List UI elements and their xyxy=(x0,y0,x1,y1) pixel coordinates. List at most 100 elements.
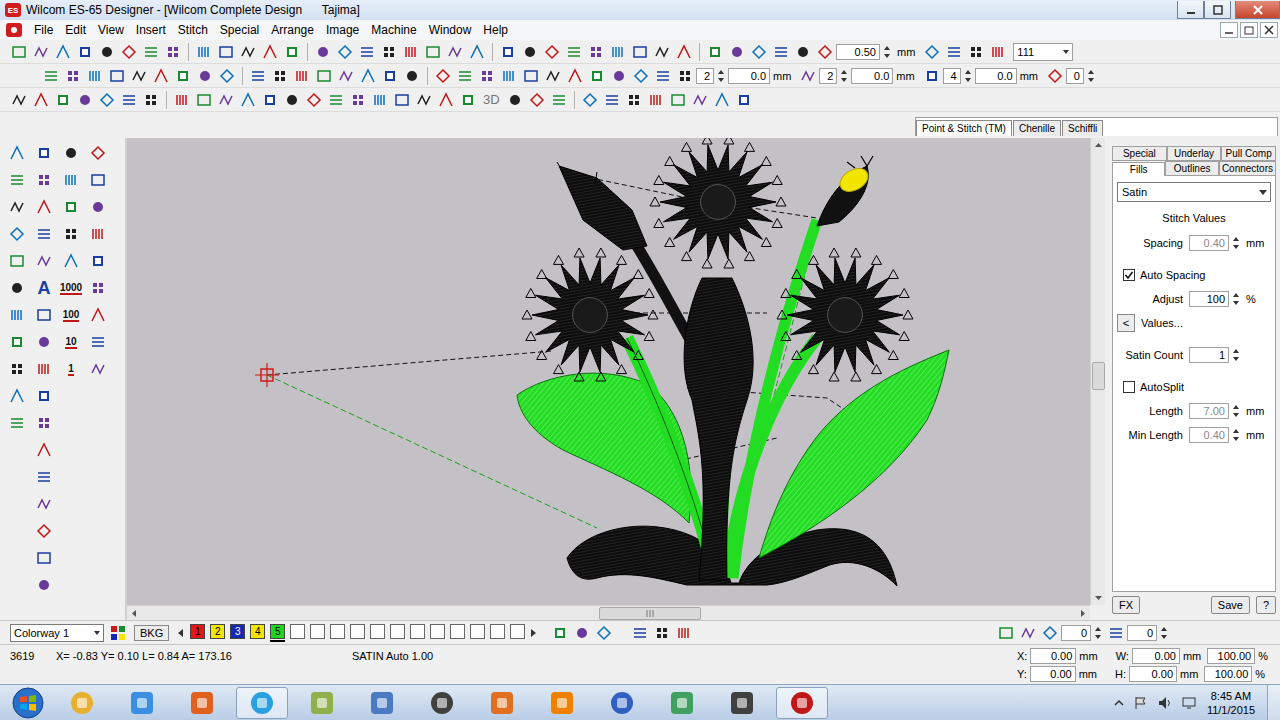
toolbar-button[interactable] xyxy=(674,65,696,87)
toolbar-button[interactable] xyxy=(259,41,281,63)
toolbar-button[interactable] xyxy=(454,65,476,87)
toolbox-button[interactable] xyxy=(63,199,79,215)
toolbar-button[interactable] xyxy=(303,89,325,111)
scroll-thumb[interactable] xyxy=(1092,362,1105,390)
menu-item[interactable]: Machine xyxy=(365,23,422,37)
toolbar-button[interactable] xyxy=(726,41,748,63)
text-field[interactable]: 4 xyxy=(943,68,961,84)
toolbar-button[interactable] xyxy=(457,89,479,111)
scroll-thumb[interactable] xyxy=(599,607,701,620)
text-field[interactable]: 0.40 xyxy=(1189,235,1229,251)
toolbar-button[interactable] xyxy=(30,89,52,111)
empty-swatch[interactable] xyxy=(410,624,425,639)
toolbar-button[interactable] xyxy=(162,41,184,63)
toolbar-button[interactable] xyxy=(466,41,488,63)
menu-item[interactable]: File xyxy=(28,23,59,37)
toolbar-button[interactable] xyxy=(1105,622,1127,644)
toolbar-button[interactable] xyxy=(770,41,792,63)
toolbar-button[interactable] xyxy=(52,89,74,111)
toolbar-button[interactable] xyxy=(84,65,106,87)
checkbox[interactable] xyxy=(1123,381,1135,393)
embroidery-design[interactable] xyxy=(127,138,1090,605)
toolbox-button[interactable] xyxy=(9,199,25,215)
toolbar-button[interactable] xyxy=(193,41,215,63)
color-swatch[interactable]: 3 xyxy=(230,624,245,639)
toolbox-button[interactable] xyxy=(9,280,25,296)
show-hidden-icons-icon[interactable] xyxy=(1113,697,1125,709)
toolbar-button[interactable] xyxy=(548,89,570,111)
taskbar-app[interactable] xyxy=(116,687,168,719)
toolbar-button[interactable] xyxy=(378,41,400,63)
scroll-down-icon[interactable] xyxy=(1092,591,1105,605)
help-button[interactable]: ? xyxy=(1256,596,1276,614)
toolbar-button[interactable] xyxy=(704,41,726,63)
toolbox-button[interactable] xyxy=(36,253,52,269)
color-swatch[interactable]: 1 xyxy=(190,624,205,639)
toolbox-button[interactable] xyxy=(90,199,106,215)
toolbar-button[interactable] xyxy=(444,41,466,63)
mode-tab[interactable]: Point & Stitch (TM) xyxy=(916,120,1012,136)
toolbar-button[interactable] xyxy=(667,89,689,111)
toolbar-button[interactable] xyxy=(645,89,667,111)
spinner[interactable] xyxy=(716,67,726,85)
toolbar-button[interactable] xyxy=(8,41,30,63)
color-swatch[interactable]: 5 xyxy=(270,624,285,639)
menu-item[interactable]: Image xyxy=(320,23,365,37)
start-button[interactable] xyxy=(8,686,48,720)
taskbar-app[interactable] xyxy=(776,687,828,719)
toolbar-button[interactable] xyxy=(40,65,62,87)
toolbox-button[interactable] xyxy=(63,226,79,242)
text-field[interactable]: 100 xyxy=(1189,291,1229,307)
empty-swatch[interactable] xyxy=(490,624,505,639)
toolbar-button[interactable] xyxy=(995,622,1017,644)
text-field[interactable]: 0.00 xyxy=(1129,666,1177,682)
toolbar-button[interactable] xyxy=(194,65,216,87)
mode-tab[interactable]: Schiffli xyxy=(1062,120,1103,136)
toolbar-button[interactable] xyxy=(1039,622,1061,644)
scroll-up-icon[interactable] xyxy=(1092,138,1105,152)
toolbar-button[interactable] xyxy=(497,41,519,63)
menu-item[interactable]: Special xyxy=(214,23,265,37)
toolbar-button[interactable] xyxy=(965,41,987,63)
spinner[interactable] xyxy=(1231,426,1241,444)
mdi-minimize-button[interactable] xyxy=(1220,22,1238,38)
toolbar-button[interactable] xyxy=(118,89,140,111)
toolbar-button[interactable] xyxy=(711,89,733,111)
toolbox-button[interactable] xyxy=(36,334,52,350)
property-tab[interactable]: Pull Comp xyxy=(1221,146,1276,161)
toolbar-button[interactable] xyxy=(792,41,814,63)
toolbox-button[interactable] xyxy=(9,253,25,269)
toolbar-button[interactable] xyxy=(281,41,303,63)
toolbar-button[interactable] xyxy=(504,89,526,111)
horizontal-scrollbar[interactable] xyxy=(127,605,1090,620)
toolbar-button[interactable] xyxy=(291,65,313,87)
scroll-left-icon[interactable] xyxy=(127,607,141,620)
toolbox-button[interactable] xyxy=(36,388,52,404)
toolbar-button[interactable] xyxy=(369,89,391,111)
toolbar-button[interactable] xyxy=(797,65,819,87)
toolbox-button[interactable] xyxy=(90,307,106,323)
toolbar-button[interactable] xyxy=(1017,622,1039,644)
show-desktop-button[interactable] xyxy=(1267,685,1280,720)
toolbar-button[interactable] xyxy=(347,89,369,111)
text-field[interactable]: 0.0 xyxy=(728,68,770,84)
text-field[interactable]: 0 xyxy=(1127,625,1157,641)
previous-color-icon[interactable] xyxy=(175,626,185,640)
toolbar-button[interactable] xyxy=(673,41,695,63)
clock[interactable]: 8:45 AM11/1/2015 xyxy=(1207,689,1255,717)
save-button[interactable]: Save xyxy=(1211,596,1250,614)
toolbox-button[interactable] xyxy=(36,469,52,485)
text-field[interactable]: 2 xyxy=(696,68,714,84)
toolbar-button[interactable] xyxy=(520,65,542,87)
menu-item[interactable]: Stitch xyxy=(172,23,214,37)
toolbar-button[interactable] xyxy=(987,41,1009,63)
toolbar-button[interactable] xyxy=(623,89,645,111)
toolbar-button[interactable] xyxy=(814,41,836,63)
toolbar-button[interactable] xyxy=(748,41,770,63)
toolbox-button[interactable] xyxy=(63,253,79,269)
toolbox-button[interactable] xyxy=(90,280,106,296)
toolbox-button[interactable] xyxy=(90,361,106,377)
toolbar-button[interactable] xyxy=(400,41,422,63)
toolbox-button[interactable] xyxy=(9,361,25,377)
toolbox-button[interactable] xyxy=(9,388,25,404)
